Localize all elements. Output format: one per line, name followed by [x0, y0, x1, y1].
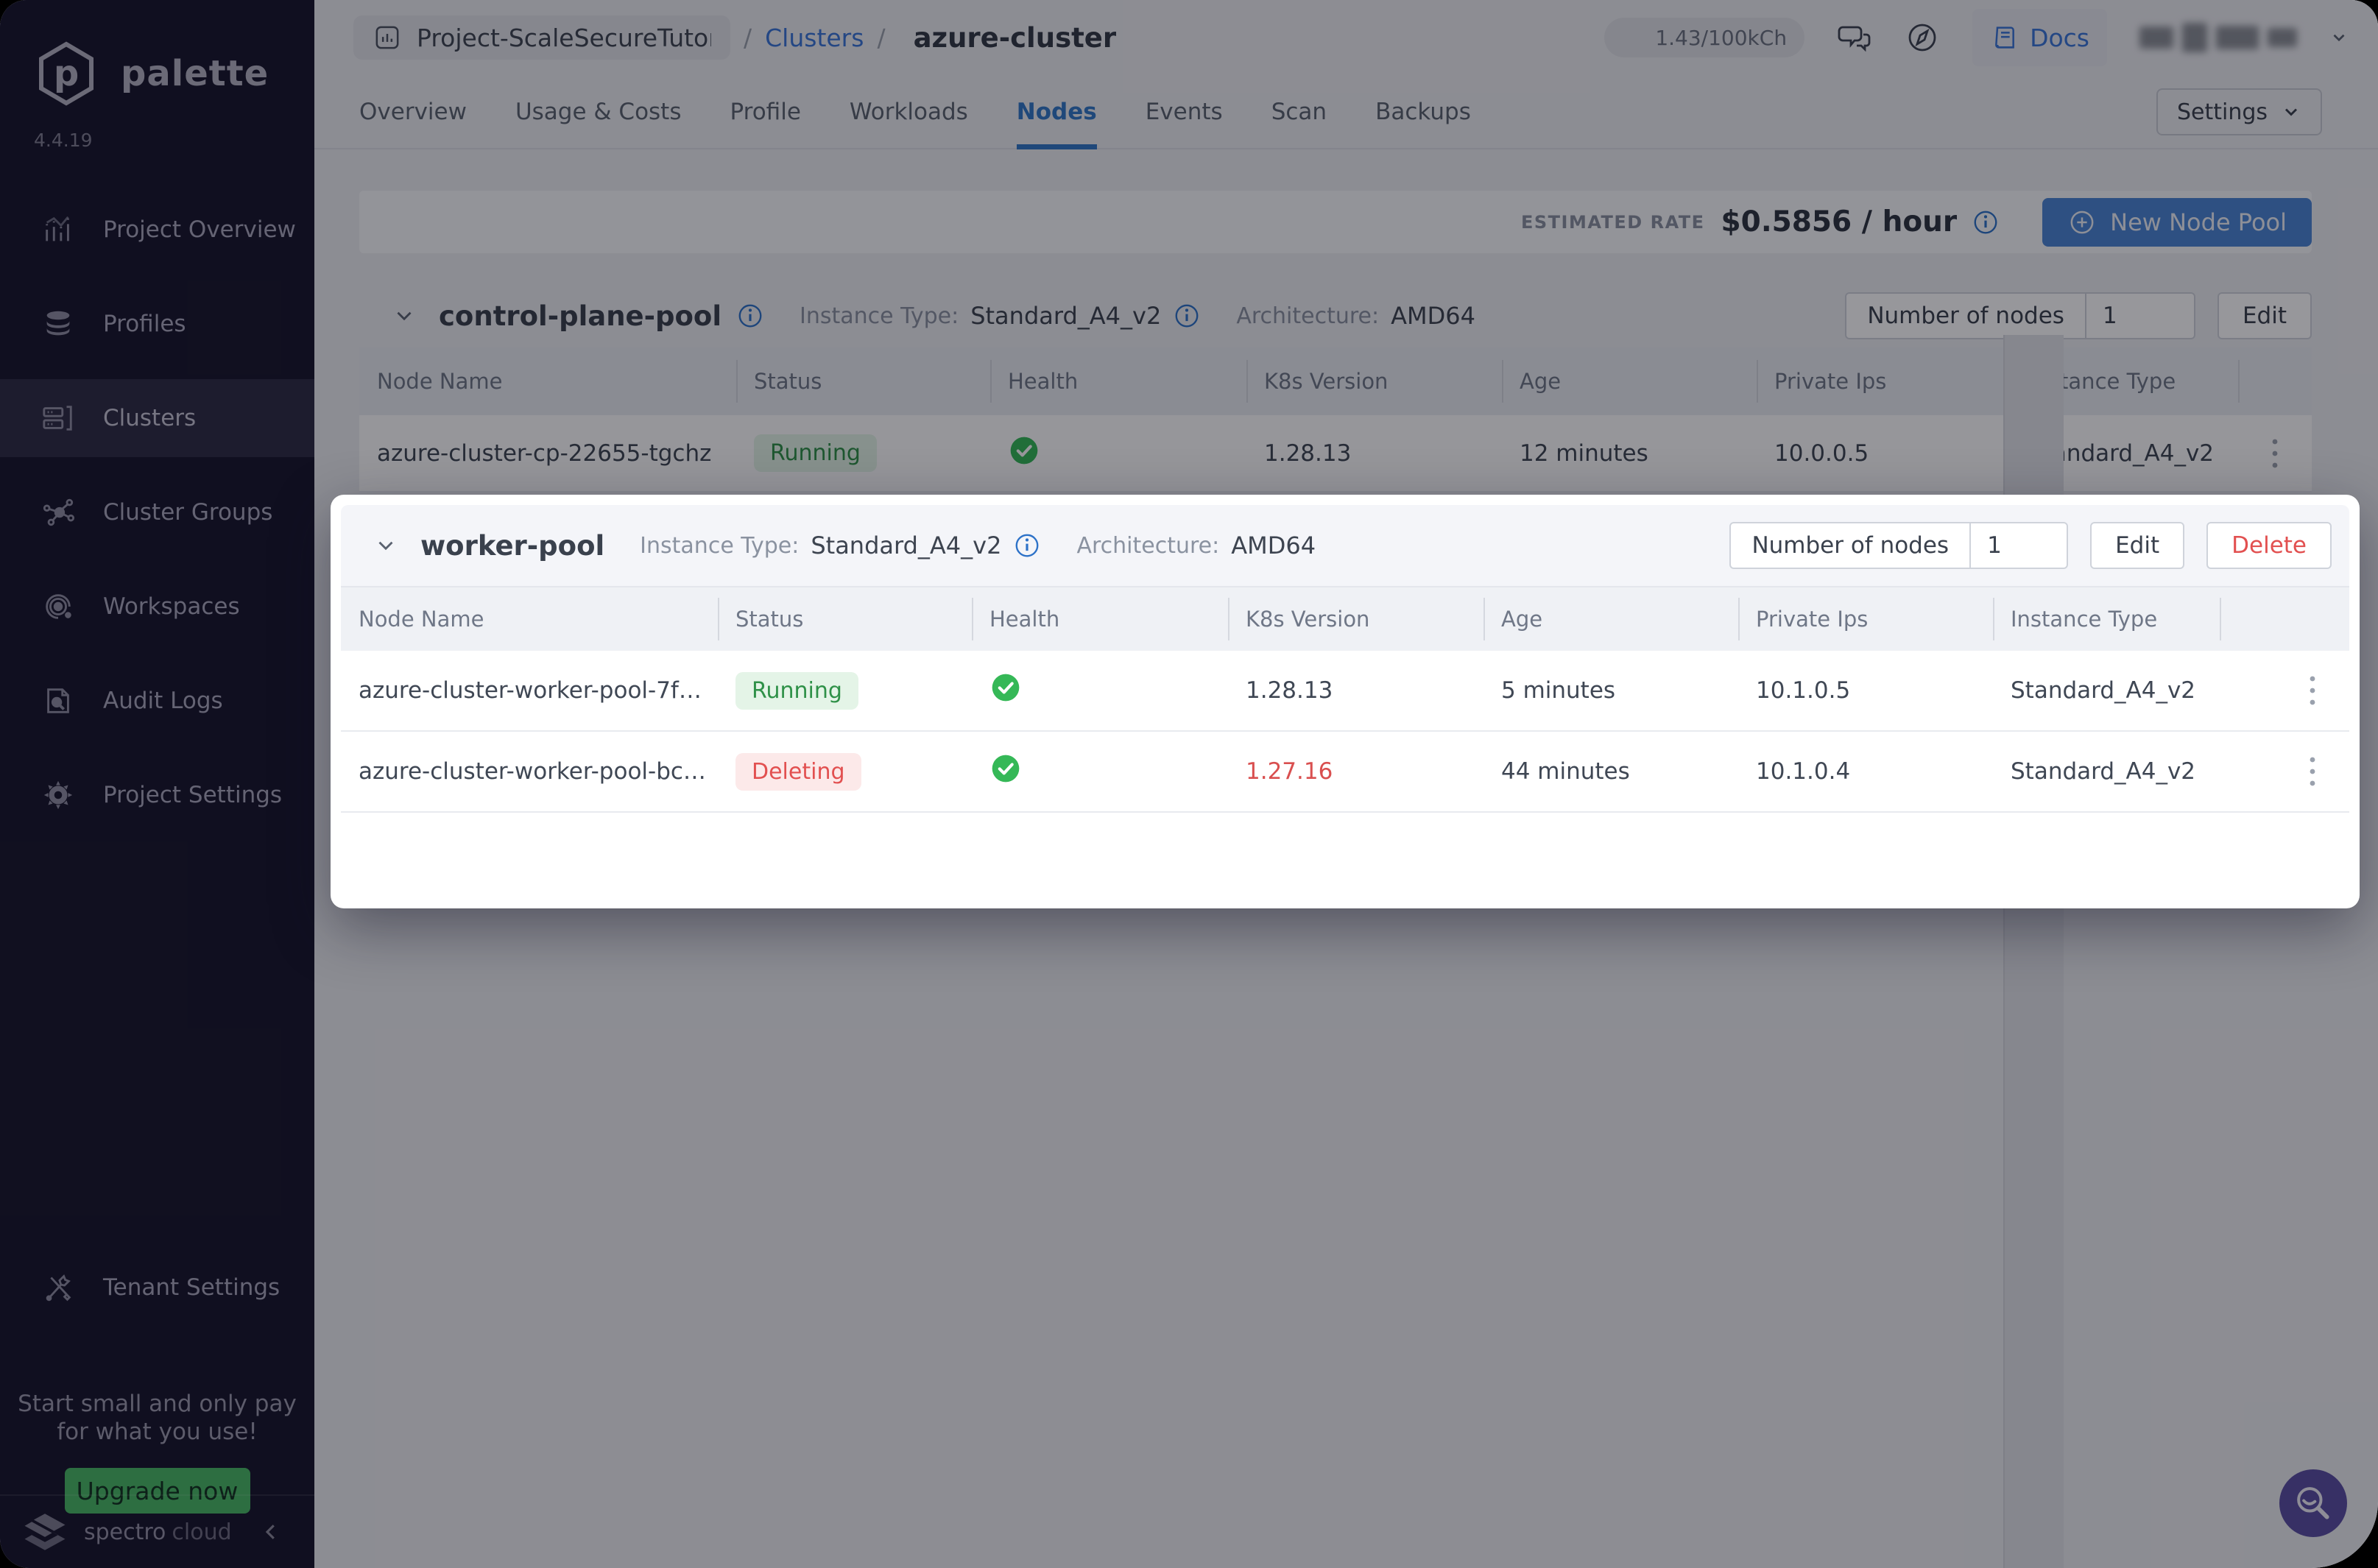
pool-name: worker-pool [420, 529, 605, 562]
app-window: p palette 4.4.19 Project Overview Profil… [0, 0, 2378, 1568]
instance-type-value: Standard_A4_v2 [811, 532, 1002, 559]
node-table-header: Node Name Status Health K8s Version Age … [341, 587, 2349, 651]
col-health: Health [972, 598, 1228, 640]
col-instance-type: Instance Type [1993, 598, 2220, 640]
col-private-ips: Private Ips [1738, 598, 1993, 640]
healthy-check-icon [992, 674, 1020, 702]
row-menu-kebab-icon[interactable] [2220, 674, 2349, 707]
number-of-nodes-control: Number of nodes 1 [1729, 522, 2069, 569]
col-age: Age [1483, 598, 1738, 640]
cell-instance-type: Standard_A4_v2 [2011, 677, 2196, 704]
worker-pool-header: worker-pool Instance Type: Standard_A4_v… [341, 505, 2349, 587]
row-menu-kebab-icon[interactable] [2220, 755, 2349, 788]
delete-pool-button[interactable]: Delete [2206, 522, 2332, 569]
cell-node-name: azure-cluster-worker-pool-bc… [359, 758, 706, 785]
cell-k8s-version: 1.28.13 [1246, 677, 1333, 704]
cell-instance-type: Standard_A4_v2 [2011, 758, 2196, 785]
worker-pool-spotlight-card: worker-pool Instance Type: Standard_A4_v… [331, 495, 2360, 908]
col-k8s-version: K8s Version [1228, 598, 1483, 640]
healthy-check-icon [992, 755, 1020, 783]
status-badge: Deleting [735, 752, 861, 791]
cell-status: Deleting [718, 752, 972, 791]
architecture-value: AMD64 [1231, 532, 1316, 559]
table-row[interactable]: azure-cluster-worker-pool-7f… Running 1.… [341, 651, 2349, 732]
cell-age: 44 minutes [1501, 758, 1630, 785]
cell-age: 5 minutes [1501, 677, 1616, 704]
col-actions [2220, 598, 2349, 640]
collapse-pool-chevron-icon[interactable] [373, 533, 398, 558]
status-badge: Running [735, 671, 858, 710]
col-node-name: Node Name [359, 607, 484, 632]
cell-private-ip: 10.1.0.4 [1756, 758, 1851, 785]
number-of-nodes-input[interactable]: 1 [1969, 523, 2067, 568]
instance-type-label: Instance Type: [640, 532, 800, 559]
cell-status: Running [718, 671, 972, 710]
edit-pool-button[interactable]: Edit [2090, 522, 2185, 569]
cell-health [972, 752, 1228, 791]
info-icon[interactable] [1013, 532, 1041, 559]
cell-private-ip: 10.1.0.5 [1756, 677, 1851, 704]
col-status: Status [718, 598, 972, 640]
cell-health [972, 671, 1228, 710]
pool-controls: Number of nodes 1 Edit Delete [1729, 522, 2332, 569]
cell-k8s-version: 1.27.16 [1246, 758, 1333, 785]
cell-node-name: azure-cluster-worker-pool-7f… [359, 677, 702, 704]
architecture-label: Architecture: [1076, 532, 1220, 559]
number-of-nodes-label: Number of nodes [1751, 532, 1950, 559]
table-row[interactable]: azure-cluster-worker-pool-bc… Deleting 1… [341, 732, 2349, 813]
